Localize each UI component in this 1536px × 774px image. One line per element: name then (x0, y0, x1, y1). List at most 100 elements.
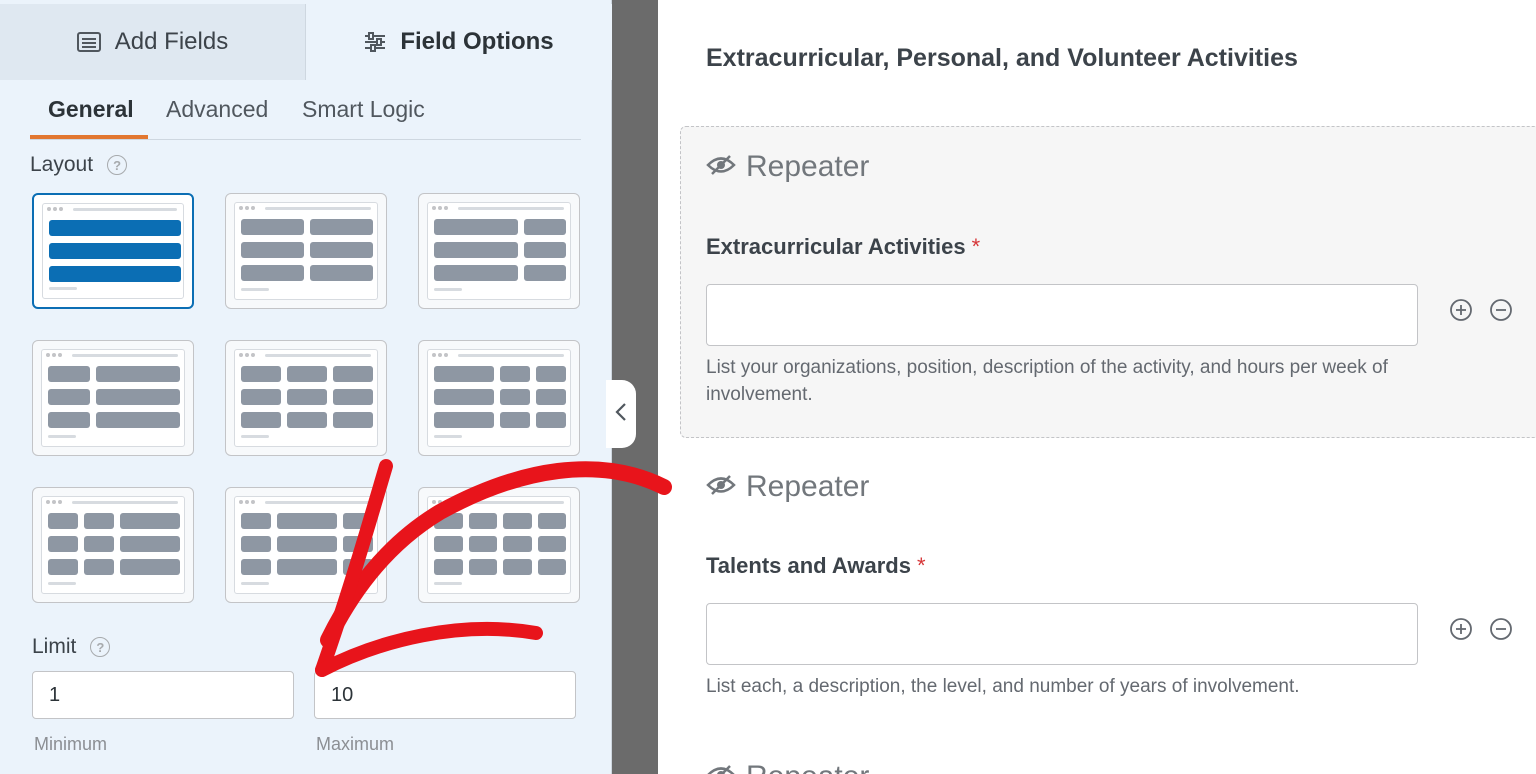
layout-column-block (343, 536, 373, 552)
field-options-panel: Add Fields Field Options General Advance… (0, 0, 612, 774)
layout-option-2[interactable] (225, 193, 387, 309)
field-label-text: Talents and Awards (706, 553, 911, 578)
layout-column-block (96, 412, 180, 428)
remove-row-icon[interactable] (1489, 298, 1513, 322)
layout-column-block (468, 513, 497, 529)
minimum-caption: Minimum (34, 734, 108, 754)
layout-column-block (120, 536, 180, 552)
layout-column-block (49, 243, 181, 259)
collapse-panel-button[interactable] (606, 380, 636, 448)
repeater-title: Repeater (746, 150, 870, 183)
layout-column-block (241, 265, 304, 281)
limit-maximum-input[interactable]: 10 (314, 671, 576, 719)
layout-column-block (434, 412, 494, 428)
repeater-header: Repeater (706, 150, 869, 184)
layout-column-block (524, 265, 566, 281)
layout-column-block (49, 266, 181, 282)
layout-column-block (434, 265, 518, 281)
layout-column-block (48, 536, 78, 552)
limit-minimum-input[interactable]: 1 (32, 671, 294, 719)
layout-column-block (287, 389, 327, 405)
layout-preview (234, 202, 378, 300)
layout-preview (427, 202, 571, 300)
layout-column-block (537, 513, 566, 529)
layout-column-block (434, 513, 463, 529)
repeater-header: Repeater (706, 470, 869, 504)
layout-column-block (343, 559, 373, 575)
layout-column-block (96, 366, 180, 382)
field-label: Talents and Awards * (706, 553, 926, 579)
layout-column-block (241, 242, 304, 258)
layout-column-block (310, 242, 373, 258)
add-row-icon[interactable] (1449, 298, 1473, 322)
layout-column-block (241, 219, 304, 235)
subtab-advanced[interactable]: Advanced (166, 96, 268, 123)
layout-label: Layout (30, 153, 94, 176)
layout-column-block (434, 389, 494, 405)
chevron-left-icon (615, 402, 627, 427)
extracurricular-activities-input[interactable] (706, 284, 1418, 346)
layout-column-block (241, 389, 281, 405)
layout-column-block (277, 559, 337, 575)
layout-option-9[interactable] (418, 487, 580, 603)
layout-column-block (536, 389, 566, 405)
remove-row-icon[interactable] (1489, 617, 1513, 641)
layout-column-block (84, 536, 114, 552)
sliders-icon (364, 32, 386, 52)
layout-column-block (277, 513, 337, 529)
layout-column-block (434, 219, 518, 235)
repeater-title: Repeater (746, 760, 869, 774)
layout-option-5[interactable] (225, 340, 387, 456)
layout-column-block (500, 389, 530, 405)
layout-option-4[interactable] (32, 340, 194, 456)
limit-label-row: Limit ? (32, 635, 111, 659)
layout-column-block (241, 366, 281, 382)
layout-option-1[interactable] (32, 193, 194, 309)
talents-and-awards-input[interactable] (706, 603, 1418, 665)
layout-option-8[interactable] (225, 487, 387, 603)
layout-column-block (241, 559, 271, 575)
field-label: Extracurricular Activities * (706, 234, 980, 260)
layout-column-block (287, 412, 327, 428)
field-description: List your organizations, position, descr… (706, 357, 1388, 405)
active-tab-indicator (30, 135, 148, 139)
layout-column-block (343, 513, 373, 529)
layout-column-block (48, 412, 90, 428)
layout-column-block (503, 559, 532, 575)
layout-column-block (524, 242, 566, 258)
layout-column-block (434, 366, 494, 382)
layout-column-block (241, 536, 271, 552)
help-icon[interactable]: ? (90, 637, 111, 657)
layout-preview (427, 496, 571, 594)
layout-column-block (503, 513, 532, 529)
layout-column-block (500, 412, 530, 428)
layout-preview (41, 349, 185, 447)
list-icon (76, 32, 101, 52)
subtab-smart-logic[interactable]: Smart Logic (302, 96, 425, 123)
tab-field-options[interactable]: Field Options (306, 4, 612, 80)
layout-column-block (333, 412, 373, 428)
eye-slash-icon (706, 470, 736, 504)
options-sub-tabs: General Advanced Smart Logic (30, 80, 581, 140)
subtab-general[interactable]: General (48, 96, 134, 123)
layout-preview (41, 496, 185, 594)
layout-column-block (434, 559, 463, 575)
layout-column-block (241, 513, 271, 529)
layout-option-6[interactable] (418, 340, 580, 456)
tab-add-fields[interactable]: Add Fields (0, 4, 306, 80)
layout-option-3[interactable] (418, 193, 580, 309)
layout-column-block (537, 536, 566, 552)
layout-column-block (49, 220, 181, 236)
layout-preview (42, 203, 184, 299)
add-row-icon[interactable] (1449, 617, 1473, 641)
layout-option-7[interactable] (32, 487, 194, 603)
layout-column-block (310, 265, 373, 281)
layout-column-block (84, 513, 114, 529)
field-label-text: Extracurricular Activities (706, 234, 966, 259)
tab-add-fields-label: Add Fields (114, 28, 229, 55)
layout-preview (234, 349, 378, 447)
panel-tabs: Add Fields Field Options (0, 4, 612, 80)
maximum-caption: Maximum (316, 734, 395, 754)
layout-preview (427, 349, 571, 447)
help-icon[interactable]: ? (107, 155, 128, 175)
